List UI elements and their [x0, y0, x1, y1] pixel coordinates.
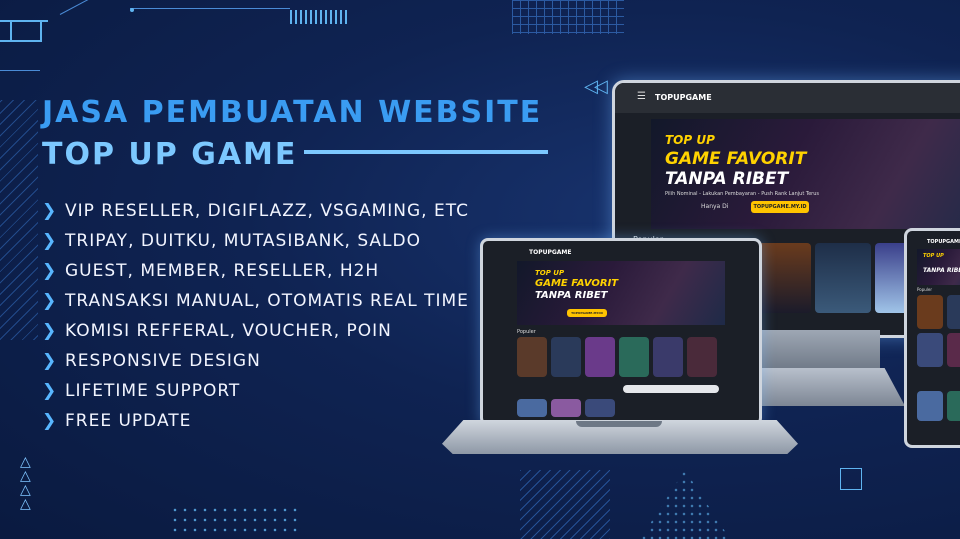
feature-item: ❯ RESPONSIVE DESIGN — [42, 351, 261, 371]
deco-diagonal-stripes — [520, 470, 610, 539]
laptop-mockup: TOPUPGAME TOP UP GAME FAVORIT TANPA RIBE… — [480, 238, 762, 426]
game-thumb[interactable] — [815, 243, 871, 313]
chevron-right-icon: ❯ — [42, 351, 58, 371]
laptop-banner: TOP UP GAME FAVORIT TANPA RIBET TOPUPGAM… — [517, 261, 725, 325]
game-thumb[interactable] — [947, 391, 960, 421]
feature-item: ❯ TRANSAKSI MANUAL, OTOMATIS REAL TIME — [42, 291, 469, 311]
headline-line2: TOP UP GAME — [42, 137, 298, 172]
feature-item: ❯ VIP RESELLER, DIGIFLAZZ, VSGAMING, ETC — [42, 201, 469, 221]
tablet-section-label: Populer — [917, 287, 933, 292]
game-thumb[interactable] — [585, 399, 615, 417]
game-thumb[interactable] — [687, 337, 717, 377]
deco-square-outline — [840, 468, 862, 490]
game-thumb[interactable] — [917, 295, 943, 329]
feature-item: ❯ KOMISI REFFERAL, VOUCHER, POIN — [42, 321, 392, 341]
laptop-brand: TOPUPGAME — [529, 249, 572, 256]
monitor-stand — [760, 330, 880, 370]
game-thumb[interactable] — [619, 337, 649, 377]
feature-item: ❯ GUEST, MEMBER, RESELLER, H2H — [42, 261, 380, 281]
mockup-banner: TOP UP GAME FAVORIT TANPA RIBET Pilih No… — [651, 119, 960, 229]
game-thumb[interactable] — [551, 399, 581, 417]
chevron-right-icon: ❯ — [42, 321, 58, 341]
game-thumb[interactable] — [517, 337, 547, 377]
laptop-cta-button[interactable]: TOPUPGAME.MY.ID — [567, 309, 607, 317]
mockup-topbar: ☰ TOPUPGAME — [615, 83, 960, 113]
deco-dots-bottom — [170, 505, 300, 535]
headline-line1: JASA PEMBUATAN WEBSITE — [42, 95, 543, 130]
tablet-banner-line3: TANPA RIBET — [923, 267, 960, 274]
banner-cta-button[interactable]: TOPUPGAME.MY.ID — [751, 201, 809, 213]
chevron-right-icon: ❯ — [42, 261, 58, 281]
feature-item: ❯ TRIPAY, DUITKU, MUTASIBANK, SALDO — [42, 231, 421, 251]
banner-line3: TANPA RIBET — [665, 169, 789, 189]
menu-icon: ☰ — [637, 91, 646, 102]
laptop-search-bar[interactable] — [623, 385, 719, 393]
tablet-banner: TOP UP TANPA RIBET — [917, 249, 960, 285]
tablet-brand: TOPUPGAME — [927, 239, 960, 245]
chevron-right-icon: ❯ — [42, 201, 58, 221]
game-thumb[interactable] — [947, 333, 960, 367]
deco-dots-diamond — [640, 470, 730, 539]
tablet-banner-line1: TOP UP — [923, 253, 944, 259]
laptop-notch — [576, 421, 662, 427]
chevron-right-icon: ❯ — [42, 231, 58, 251]
chevron-right-icon: ❯ — [42, 381, 58, 401]
game-thumb[interactable] — [947, 295, 960, 329]
chevron-right-icon: ❯ — [42, 291, 58, 311]
game-thumb[interactable] — [755, 243, 811, 313]
laptop-banner-line2: GAME FAVORIT — [535, 278, 619, 289]
game-thumb[interactable] — [551, 337, 581, 377]
mockup-brand: TOPUPGAME — [655, 93, 712, 102]
banner-sub: Pilih Nominal - Lakukan Pembayaran - Pus… — [665, 191, 819, 197]
laptop-section-label: Populer — [517, 329, 536, 335]
deco-grid — [512, 0, 624, 34]
feature-list: ❯ VIP RESELLER, DIGIFLAZZ, VSGAMING, ETC … — [42, 196, 469, 436]
game-thumb[interactable] — [585, 337, 615, 377]
game-thumb[interactable] — [653, 337, 683, 377]
banner-line1: TOP UP — [665, 133, 715, 147]
game-thumb[interactable] — [917, 333, 943, 367]
feature-item: ❯ LIFETIME SUPPORT — [42, 381, 241, 401]
tablet-mockup: TOPUPGAME TOP UP TANPA RIBET Populer — [904, 228, 960, 448]
chevron-right-icon: ❯ — [42, 411, 58, 431]
game-thumb[interactable] — [917, 391, 943, 421]
banner-line2: GAME FAVORIT — [665, 149, 807, 169]
laptop-banner-line3: TANPA RIBET — [535, 290, 608, 301]
game-thumb[interactable] — [517, 399, 547, 417]
banner-cta-prefix: Hanya Di — [701, 203, 729, 210]
laptop-banner-line1: TOP UP — [535, 269, 565, 277]
feature-item: ❯ FREE UPDATE — [42, 411, 192, 431]
deco-back-arrows: ◁◁ — [584, 76, 608, 97]
deco-triangles: △ △ △ △ — [20, 454, 31, 512]
headline-underline — [304, 150, 548, 154]
